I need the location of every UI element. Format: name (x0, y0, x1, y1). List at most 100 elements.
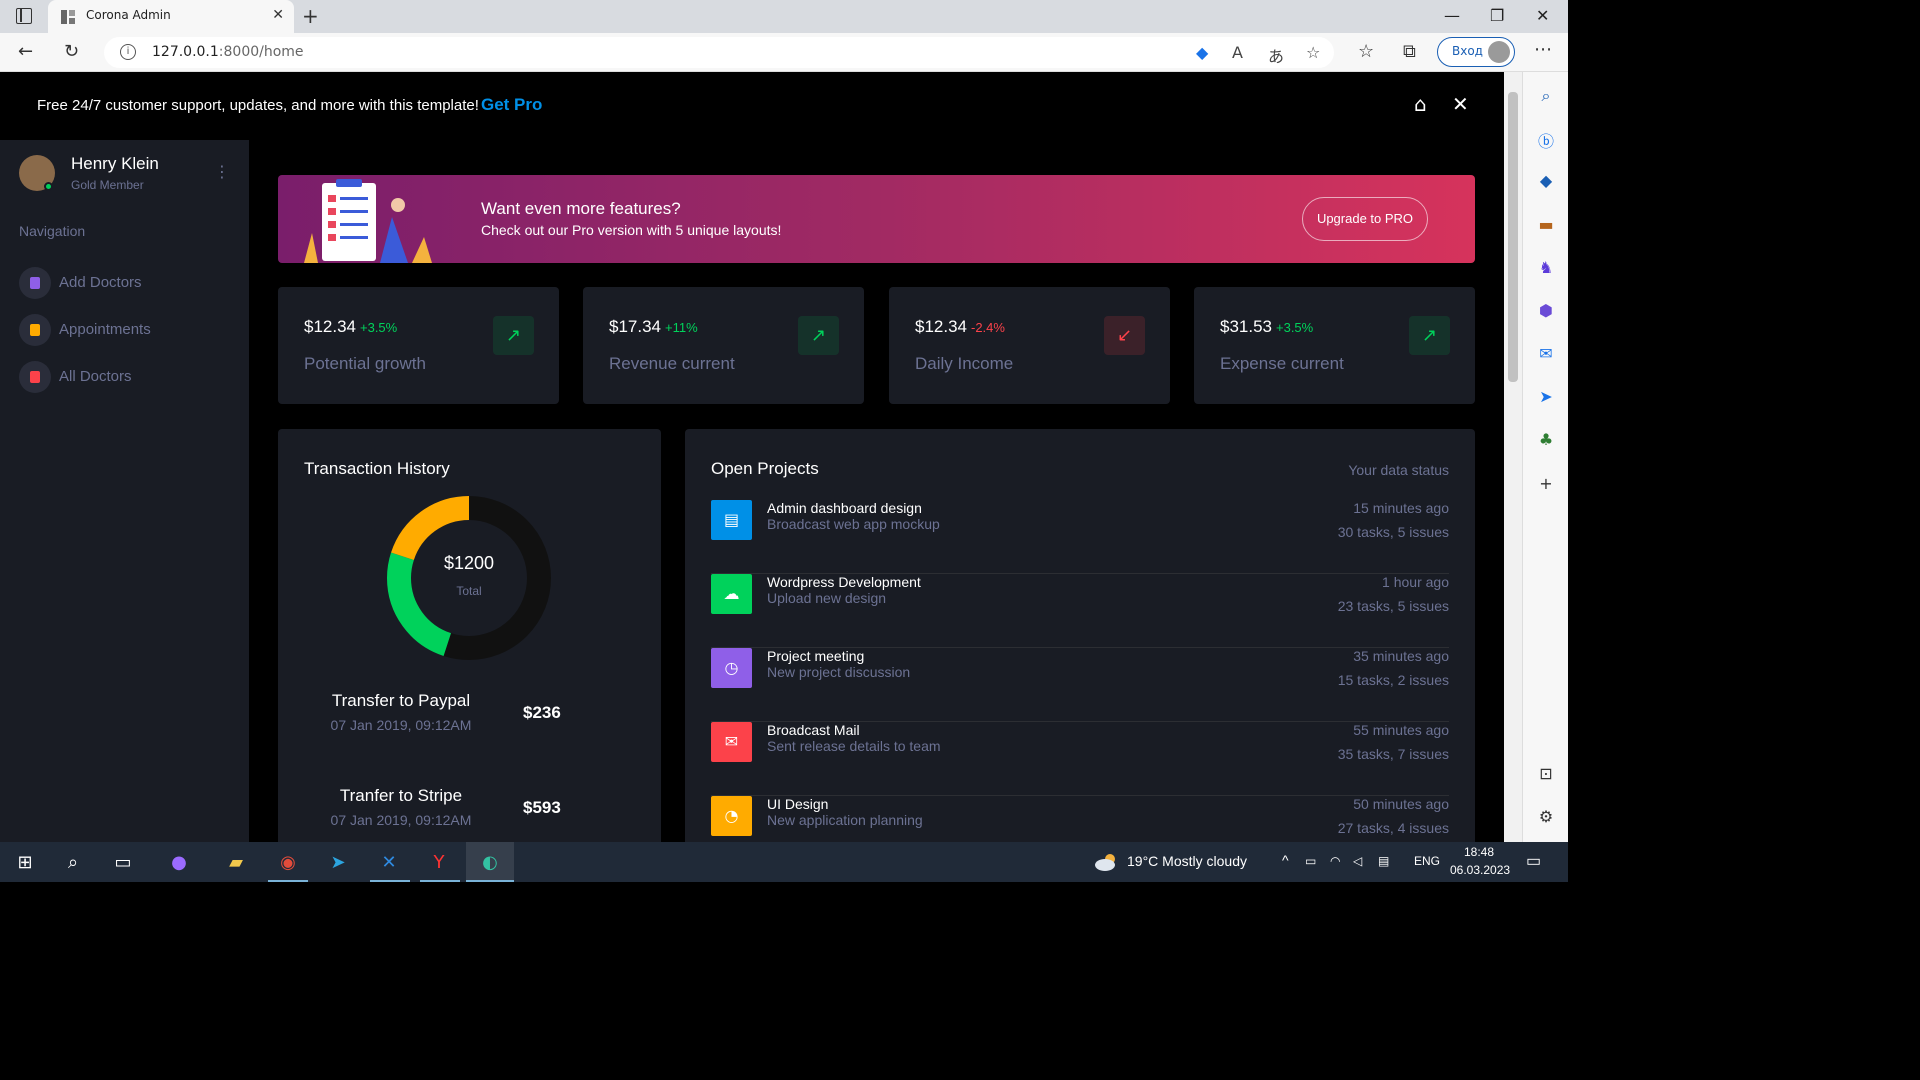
browser-tab[interactable]: Corona Admin ✕ (48, 0, 294, 33)
site-info-icon[interactable]: i (120, 44, 136, 60)
stat-value: $31.53 +3.5% (1220, 317, 1314, 336)
favorites-icon[interactable]: ☆ (1358, 41, 1374, 62)
get-pro-link[interactable]: Get Pro (481, 95, 542, 115)
file-explorer-icon[interactable]: ▰ (223, 850, 249, 876)
back-icon[interactable]: ← (18, 41, 33, 62)
add-favorite-icon[interactable]: ☆ (1306, 43, 1320, 62)
sidebar-item-label: All Doctors (59, 368, 132, 385)
document-icon (30, 371, 40, 383)
telegram-icon[interactable]: ➤ (325, 850, 351, 876)
shopping-tag-icon[interactable]: ◆ (1536, 171, 1556, 191)
clock-time[interactable]: 18:48 (1464, 845, 1494, 859)
panel-icon[interactable]: ⊡ (1536, 764, 1556, 784)
home-icon[interactable]: ⌂ (1414, 92, 1427, 116)
tools-icon[interactable]: ▬ (1536, 215, 1556, 235)
upgrade-button[interactable]: Upgrade to PRO (1302, 197, 1428, 241)
sidebar-item-all-doctors[interactable]: All Doctors (19, 361, 239, 395)
tray-chevron-icon[interactable]: ^ (1282, 852, 1289, 868)
scrollbar-thumb[interactable] (1508, 92, 1518, 382)
close-tab-icon[interactable]: ✕ (272, 7, 284, 23)
search-icon[interactable]: ⌕ (1536, 86, 1556, 106)
coupon-tag-icon[interactable]: ◆ (1196, 43, 1208, 62)
stat-value: $17.34 +11% (609, 317, 698, 336)
chrome-icon[interactable]: ◉ (275, 850, 301, 876)
alice-icon[interactable]: ● (166, 850, 192, 876)
new-tab-icon[interactable]: + (302, 4, 319, 28)
project-time: 1 hour ago (1382, 574, 1449, 590)
project-row[interactable]: ◔ UI Design New application planning 50 … (711, 796, 1449, 842)
promo-text: Free 24/7 customer support, updates, and… (37, 97, 479, 114)
sidebar-item-appointments[interactable]: Appointments (19, 314, 239, 348)
close-window-icon[interactable]: ✕ (1536, 6, 1549, 25)
collections-icon[interactable]: ⧉ (1403, 41, 1416, 62)
tab-actions-icon[interactable] (16, 8, 32, 24)
transaction-date: 07 Jan 2019, 09:12AM (330, 812, 472, 828)
weather-text[interactable]: 19°C Mostly cloudy (1127, 853, 1247, 869)
donut-label: Total (456, 584, 482, 598)
project-row[interactable]: ✉ Broadcast Mail Sent release details to… (711, 722, 1449, 796)
project-title: Broadcast Mail (767, 722, 860, 738)
edge-icon[interactable]: ◐ (477, 850, 503, 876)
project-subtitle: Upload new design (767, 590, 887, 606)
search-icon[interactable]: ⌕ (60, 850, 86, 876)
more-menu-icon[interactable]: ⋯ (1534, 39, 1552, 60)
tab-title: Corona Admin (86, 8, 171, 22)
file-icon: ▤ (711, 500, 752, 540)
banner-subtitle: Check out our Pro version with 5 unique … (481, 222, 782, 238)
open-projects-card: Open Projects Your data status ▤ Admin d… (685, 429, 1475, 842)
project-time: 35 minutes ago (1353, 648, 1449, 664)
yandex-browser-icon[interactable]: Y (426, 850, 452, 876)
nav-icon-wrap (19, 314, 51, 346)
refresh-icon[interactable]: ↻ (64, 41, 79, 62)
windows-start-icon[interactable]: ⊞ (12, 850, 38, 876)
address-bar[interactable]: i 127.0.0.1:8000/home ◆ A あ ☆ (104, 37, 1334, 68)
translate-icon[interactable]: あ (1268, 43, 1284, 67)
page-scrollbar[interactable] (1504, 72, 1522, 842)
stat-value: $12.34 -2.4% (915, 317, 1005, 336)
network-icon[interactable]: ◠ (1330, 854, 1340, 868)
vscode-icon[interactable]: ✕ (376, 850, 402, 876)
nav-heading: Navigation (19, 223, 86, 239)
document-icon (30, 324, 40, 336)
close-promo-icon[interactable]: ✕ (1452, 92, 1469, 116)
clock-date[interactable]: 06.03.2023 (1450, 863, 1510, 877)
outlook-icon[interactable]: ✉ (1536, 344, 1556, 364)
running-indicator (268, 880, 308, 882)
card-title: Open Projects (711, 459, 819, 478)
profile-menu-icon[interactable]: ⋮ (214, 162, 230, 181)
games-icon[interactable]: ♞ (1536, 258, 1556, 278)
settings-gear-icon[interactable]: ⚙ (1536, 807, 1556, 827)
project-time: 50 minutes ago (1353, 796, 1449, 812)
arrow-up-right-icon: ↗ (493, 316, 534, 355)
office-icon[interactable]: ⬢ (1536, 301, 1556, 321)
running-indicator (370, 880, 410, 882)
task-view-icon[interactable]: ▭ (110, 850, 136, 876)
project-row[interactable]: ▤ Admin dashboard design Broadcast web a… (711, 500, 1449, 574)
project-row[interactable]: ☁ Wordpress Development Upload new desig… (711, 574, 1449, 648)
volume-icon[interactable]: ◁ (1353, 854, 1362, 868)
running-indicator (420, 880, 460, 882)
project-tasks: 23 tasks, 5 issues (1337, 598, 1449, 614)
notifications-icon[interactable]: ▭ (1526, 851, 1541, 871)
tree-icon[interactable]: ♣ (1536, 430, 1556, 450)
bing-chat-icon[interactable]: ⓑ (1536, 128, 1556, 151)
nav-icon-wrap (19, 267, 51, 299)
project-row[interactable]: ◷ Project meeting New project discussion… (711, 648, 1449, 722)
browser-tabbar: Corona Admin ✕ + — ❐ ✕ (0, 0, 1568, 33)
add-icon[interactable]: + (1536, 474, 1556, 494)
maximize-icon[interactable]: ❐ (1490, 6, 1504, 25)
web-page: Free 24/7 customer support, updates, and… (0, 72, 1504, 842)
profile-login-button[interactable]: Вход (1437, 37, 1515, 67)
language-indicator[interactable]: ENG (1414, 854, 1440, 868)
minimize-icon[interactable]: — (1444, 6, 1460, 25)
transaction-name: Transfer to Paypal (331, 691, 471, 710)
battery-icon[interactable]: ▭ (1305, 854, 1316, 868)
sidebar-item-add-doctors[interactable]: Add Doctors (19, 267, 239, 301)
arrow-up-right-icon: ↗ (1409, 316, 1450, 355)
send-icon[interactable]: ➤ (1536, 387, 1556, 407)
stat-card: $12.34 +3.5% Potential growth ↗ (278, 287, 559, 404)
project-tasks: 30 tasks, 5 issues (1337, 524, 1449, 540)
read-aloud-icon[interactable]: A (1232, 43, 1243, 62)
page-favicon-icon (61, 10, 75, 24)
keyboard-icon[interactable]: ▤ (1378, 854, 1389, 868)
